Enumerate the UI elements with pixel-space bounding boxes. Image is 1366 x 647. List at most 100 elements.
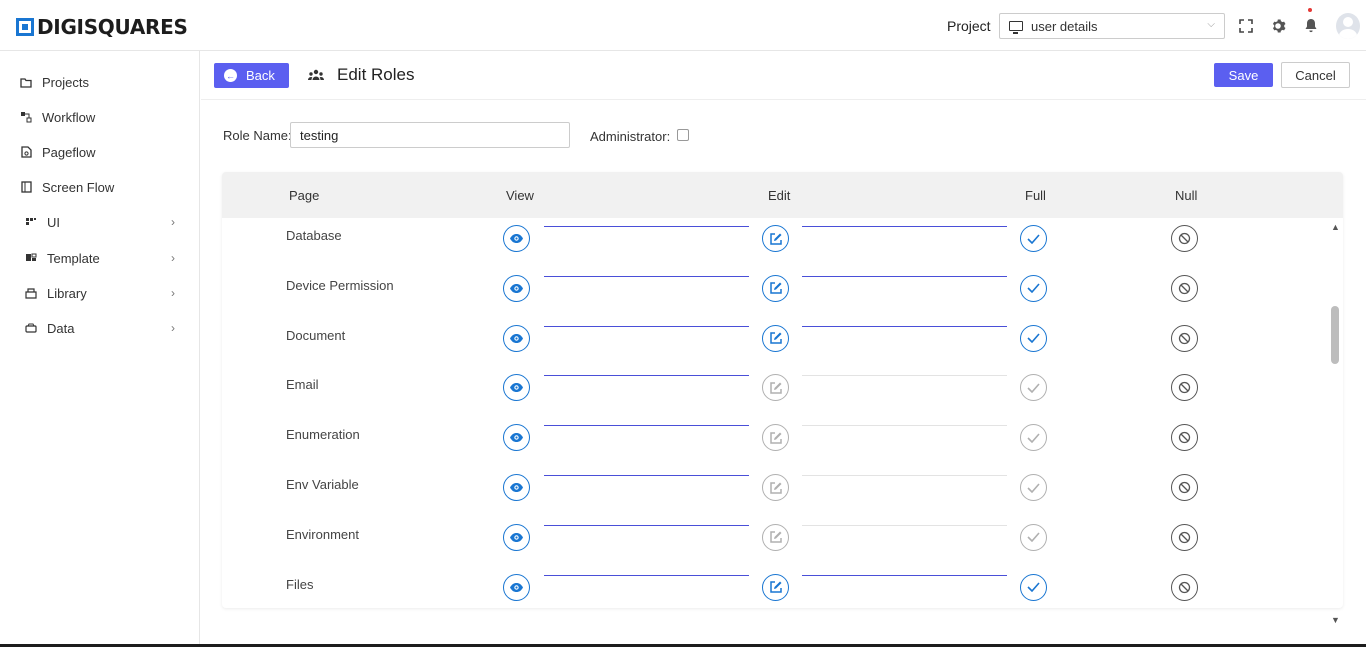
page-title: Edit Roles: [337, 65, 415, 84]
edit-toggle-pencil-icon[interactable]: [762, 523, 789, 551]
edit-toggle-pencil-icon[interactable]: [762, 424, 789, 452]
null-toggle-ban-icon[interactable]: [1171, 225, 1198, 252]
edit-toggle-pencil-icon[interactable]: [762, 274, 789, 302]
administrator-label: Administrator:: [590, 129, 671, 144]
null-toggle-ban-icon[interactable]: [1171, 324, 1198, 352]
sidebar-item-projects[interactable]: Projects: [0, 67, 199, 97]
pageflow-icon: [20, 146, 32, 158]
full-toggle-check-icon[interactable]: [1020, 424, 1047, 452]
view-toggle-eye-icon[interactable]: [503, 324, 530, 352]
column-header-view: View: [506, 188, 534, 203]
view-toggle-eye-icon[interactable]: [503, 424, 530, 452]
view-toggle-eye-icon[interactable]: [503, 573, 530, 601]
folder-icon: [20, 76, 32, 88]
view-edit-connector: [544, 574, 749, 576]
edit-toggle-pencil-icon[interactable]: [762, 324, 789, 352]
view-toggle-eye-icon[interactable]: [503, 523, 530, 551]
chevron-right-icon: ›: [171, 321, 175, 335]
edit-full-connector: [802, 524, 1007, 526]
column-header-full: Full: [1025, 188, 1046, 203]
edit-toggle-pencil-icon[interactable]: [762, 573, 789, 601]
back-button-label: Back: [246, 68, 275, 83]
chevron-right-icon: ›: [171, 251, 175, 265]
scroll-up-arrow-icon[interactable]: ▲: [1331, 222, 1340, 232]
back-button[interactable]: ← Back: [214, 63, 289, 88]
null-toggle-ban-icon[interactable]: [1171, 424, 1198, 452]
sidebar-item-data[interactable]: Data ›: [0, 313, 199, 343]
edit-full-connector: [802, 574, 1007, 576]
screenflow-icon: [20, 181, 32, 193]
row-page-name: Device Permission: [286, 277, 394, 293]
null-toggle-ban-icon[interactable]: [1171, 573, 1198, 601]
role-name-label: Role Name:: [223, 128, 292, 143]
row-page-name: Files: [286, 576, 314, 592]
row-page-name: Env Variable: [286, 477, 359, 492]
edit-toggle-pencil-icon[interactable]: [762, 474, 789, 501]
administrator-checkbox[interactable]: [677, 129, 689, 141]
sidebar-item-label: Projects: [42, 74, 89, 90]
view-toggle-eye-icon[interactable]: [503, 274, 530, 302]
library-icon: [25, 287, 37, 299]
view-edit-connector: [544, 524, 749, 526]
edit-toggle-pencil-icon[interactable]: [762, 374, 789, 402]
full-toggle-check-icon[interactable]: [1020, 324, 1047, 352]
view-toggle-eye-icon[interactable]: [503, 374, 530, 402]
scrollbar-thumb[interactable]: [1331, 306, 1339, 364]
sidebar: Projects Workflow Pageflow Screen Flow U…: [0, 51, 200, 647]
table-row: Env Variable: [222, 467, 1343, 517]
full-toggle-check-icon[interactable]: [1020, 523, 1047, 551]
bell-icon[interactable]: [1303, 18, 1319, 34]
table-row: Files: [222, 567, 1343, 608]
view-toggle-eye-icon[interactable]: [503, 474, 530, 501]
view-toggle-eye-icon[interactable]: [503, 225, 530, 252]
full-toggle-check-icon[interactable]: [1020, 225, 1047, 252]
column-header-null: Null: [1175, 188, 1198, 203]
cancel-button[interactable]: Cancel: [1281, 62, 1350, 88]
save-button[interactable]: Save: [1214, 63, 1273, 87]
sidebar-item-pageflow[interactable]: Pageflow: [0, 137, 199, 167]
gear-icon[interactable]: [1270, 18, 1286, 34]
null-toggle-ban-icon[interactable]: [1171, 523, 1198, 551]
edit-full-connector: [802, 275, 1007, 277]
sidebar-item-label: Pageflow: [42, 144, 96, 160]
table-body: Database Device Permission Document Email En…: [222, 218, 1343, 608]
ui-icon: [25, 216, 37, 228]
view-edit-connector: [544, 475, 749, 476]
row-page-name: Enumeration: [286, 427, 360, 443]
project-select[interactable]: user details ⌵: [999, 13, 1225, 39]
null-toggle-ban-icon[interactable]: [1171, 274, 1198, 302]
sidebar-item-ui[interactable]: UI ›: [0, 207, 199, 237]
sidebar-item-label: UI: [47, 214, 60, 230]
row-page-name: Email: [286, 377, 319, 393]
full-toggle-check-icon[interactable]: [1020, 474, 1047, 501]
full-toggle-check-icon[interactable]: [1020, 274, 1047, 302]
table-row: Email: [222, 367, 1343, 417]
logo[interactable]: DIGISQUARES: [16, 15, 188, 39]
full-toggle-check-icon[interactable]: [1020, 374, 1047, 402]
scroll-down-arrow-icon[interactable]: ▼: [1331, 615, 1340, 625]
sidebar-item-workflow[interactable]: Workflow: [0, 102, 199, 132]
sidebar-item-library[interactable]: Library ›: [0, 278, 199, 308]
null-toggle-ban-icon[interactable]: [1171, 374, 1198, 402]
edit-full-connector: [802, 425, 1007, 427]
sidebar-item-label: Data: [47, 320, 75, 336]
edit-full-connector: [802, 475, 1007, 476]
table-row: Document: [222, 318, 1343, 368]
edit-toggle-pencil-icon[interactable]: [762, 225, 789, 252]
role-name-input[interactable]: [290, 122, 570, 148]
notification-dot: [1308, 8, 1312, 12]
view-edit-connector: [544, 425, 749, 427]
chevron-down-icon: ⌵: [1207, 19, 1215, 30]
logo-mark-icon: [16, 18, 34, 36]
full-toggle-check-icon[interactable]: [1020, 573, 1047, 601]
page-header: ← Back Edit Roles Save Cancel: [201, 51, 1366, 100]
logo-text: DIGISQUARES: [37, 15, 188, 39]
template-icon: [25, 252, 37, 264]
project-label: Project: [947, 18, 991, 34]
avatar[interactable]: [1336, 13, 1360, 39]
sidebar-item-template[interactable]: Template ›: [0, 243, 199, 273]
sidebar-item-screen-flow[interactable]: Screen Flow: [0, 172, 199, 202]
fullscreen-icon[interactable]: [1238, 18, 1254, 34]
column-header-edit: Edit: [768, 188, 791, 203]
null-toggle-ban-icon[interactable]: [1171, 474, 1198, 501]
